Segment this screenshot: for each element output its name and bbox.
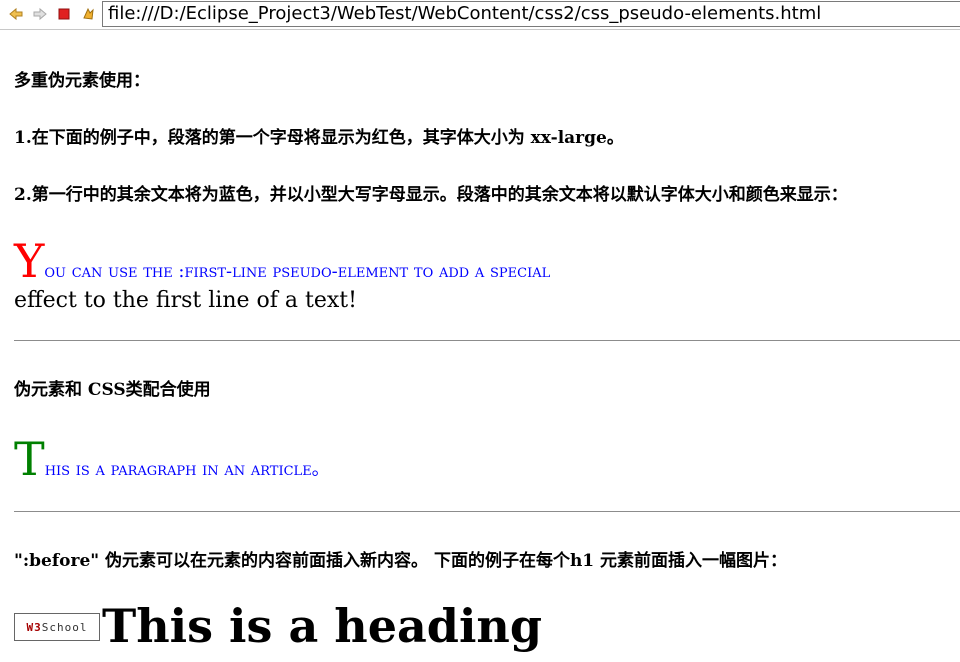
divider — [14, 511, 960, 512]
before-note: ":before" 伪元素可以在元素的内容前面插入新内容。 下面的例子在每个h1… — [14, 551, 788, 571]
example1-first-line-text: ou can use the :first-line pseudo-elemen… — [44, 261, 551, 282]
intro-heading: 多重伪元素使用： — [14, 71, 150, 91]
example2-first-line-text: his is a paragraph in an article。 — [44, 459, 330, 480]
intro-point-1: 1.在下面的例子中，段落的第一个字母将显示为红色，其字体大小为 xx-large… — [14, 128, 624, 148]
intro-point-2: 2.第一行中的其余文本将为蓝色，并以小型大写字母显示。段落中的其余文本将以默认字… — [14, 185, 848, 205]
page-heading: This is a heading — [102, 599, 543, 653]
example2-first-letter: T — [14, 432, 45, 486]
page-content: 多重伪元素使用： 1.在下面的例子中，段落的第一个字母将显示为红色，其字体大小为… — [0, 30, 960, 662]
refresh-icon[interactable] — [80, 6, 96, 22]
css-class-heading: 伪元素和 CSS类配合使用 — [14, 380, 211, 400]
stop-icon[interactable] — [56, 6, 72, 22]
forward-arrow-icon[interactable] — [32, 6, 48, 22]
logo-w3: W3 — [26, 620, 42, 634]
heading-row: W3 School This is a heading — [14, 603, 542, 649]
url-input[interactable]: file:///D:/Eclipse_Project3/WebTest/WebC… — [102, 1, 960, 27]
example1-first-line: You can use the :first-line pseudo-eleme… — [14, 238, 550, 284]
divider — [14, 340, 960, 341]
w3school-logo: W3 School — [14, 613, 100, 641]
logo-school: School — [41, 620, 88, 634]
browser-toolbar: file:///D:/Eclipse_Project3/WebTest/WebC… — [0, 0, 960, 30]
back-arrow-icon[interactable] — [8, 6, 24, 22]
example1-first-letter: Y — [14, 234, 45, 288]
example2-first-line: This is a paragraph in an article。 — [14, 436, 330, 482]
example1-second-line: effect to the first line of a text! — [14, 288, 357, 313]
